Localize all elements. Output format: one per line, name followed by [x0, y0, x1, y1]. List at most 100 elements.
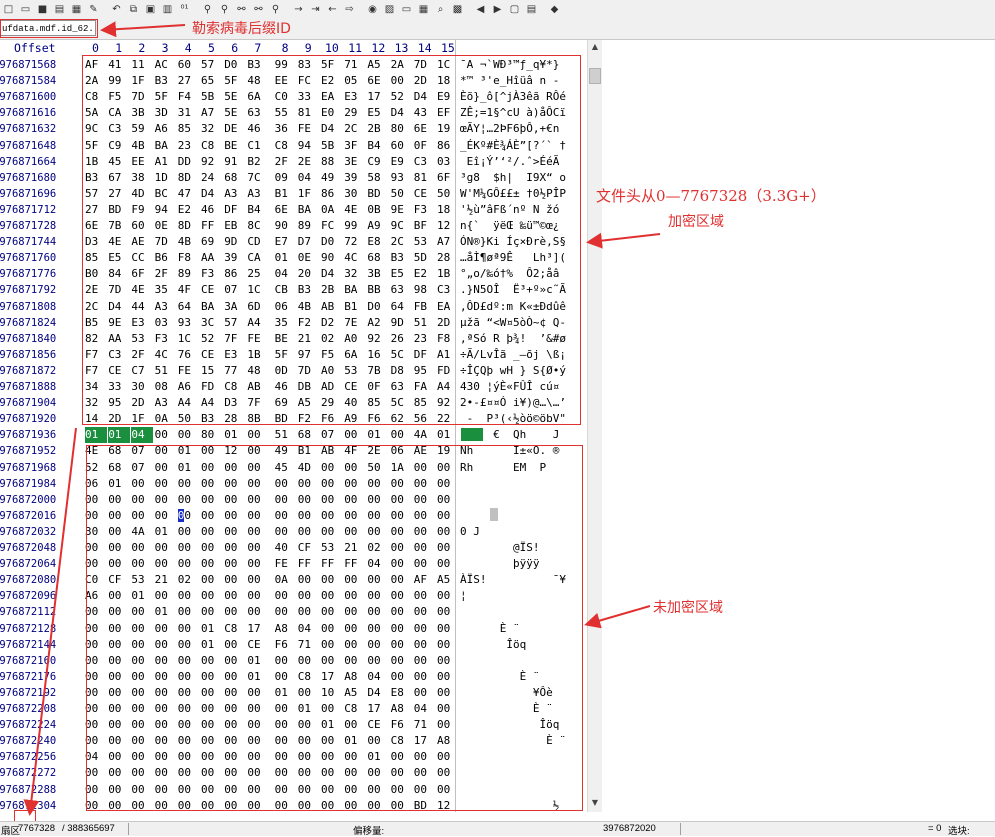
hex-byte[interactable]: 04 — [131, 427, 154, 444]
find-icon[interactable]: ⚲ — [200, 2, 215, 16]
vertical-scrollbar[interactable]: ▲ ▼ — [587, 40, 602, 812]
goto-icon[interactable]: → — [291, 2, 306, 16]
find-hex-icon[interactable]: ⚲ — [217, 2, 232, 16]
column-header: 13 — [394, 41, 409, 55]
column-header: 15 — [441, 41, 455, 55]
hex-byte[interactable]: 80 — [201, 427, 223, 443]
scroll-thumb[interactable] — [589, 68, 601, 84]
disk-icon[interactable]: ◉ — [365, 2, 380, 16]
column-header: 14 — [417, 41, 432, 55]
row-offset: 3976872016 — [0, 509, 57, 522]
find-next-icon[interactable]: ⚲ — [268, 2, 283, 16]
row-offset: 3976871856 — [0, 348, 57, 361]
row-offset: 3976871888 — [0, 381, 57, 393]
save-icon[interactable]: ■ — [35, 2, 50, 16]
row-offset: 3976872208 — [0, 703, 57, 715]
toolbar: □ ▭ ■ ▤ ▦ ✎ ↶ ⧉ ▣ ▥ ⁰¹ ⚲ ⚲ ⚯ ⚯ ⚲ → ⇥ ← ⇨ ◉ ▨ ▭ ▦ ⌕ ▩ ◀ ▶ ▢ ▤ ◆ — [0, 0, 995, 19]
calculator-icon[interactable]: ▦ — [416, 2, 431, 16]
offset-value: 3976872020 — [603, 823, 656, 834]
hex-byte[interactable]: 07 — [321, 427, 343, 443]
hex-byte[interactable]: 01 — [367, 427, 389, 443]
list-icon[interactable]: ▤ — [524, 2, 539, 16]
row-offset: 3976872096 — [0, 590, 57, 603]
properties-icon[interactable]: ▦ — [69, 2, 84, 16]
hex-byte[interactable]: 00 — [155, 427, 177, 443]
row-offset: 3976872032 — [0, 525, 57, 538]
row-offset: 3976872176 — [0, 670, 57, 683]
undo-icon[interactable]: ↶ — [109, 2, 124, 16]
row-offset: 3976871744 — [0, 236, 57, 249]
row-offset: 3976871936 — [0, 429, 57, 442]
hex-byte[interactable]: 00 — [247, 427, 269, 443]
row-offset: 3976871616 — [0, 107, 57, 120]
new-file-icon[interactable]: □ — [1, 2, 16, 16]
row-offset: 3976871968 — [0, 461, 57, 474]
row-offset: 3976871808 — [0, 300, 57, 313]
hex-byte[interactable]: 4A — [414, 427, 436, 443]
status-bar: 扇区 7767328 / 388365697 偏移量: 3976872020 =… — [0, 821, 995, 837]
row-offset: 3976871776 — [0, 268, 57, 281]
edit-icon[interactable]: ✎ — [86, 2, 101, 16]
hex-byte[interactable]: 01 — [85, 427, 107, 444]
hex-byte[interactable]: 01 — [108, 427, 131, 444]
scroll-down-icon[interactable]: ▼ — [589, 798, 601, 810]
row-offset: 3976871840 — [0, 332, 57, 345]
replace-icon[interactable]: ⚯ — [234, 2, 249, 16]
row-offset: 3976871728 — [0, 220, 57, 232]
column-header: 11 — [348, 41, 363, 55]
row-offset: 3976871904 — [0, 397, 57, 410]
column-header: 4 — [184, 41, 192, 55]
row-offset: 3976871568 — [0, 59, 57, 71]
column-header: 6 — [231, 41, 239, 55]
column-header: 2 — [138, 41, 146, 55]
row-offset: 3976872128 — [0, 622, 57, 635]
hex-header: Offset 0 1 2 3 4 5 6 7 8 9 10 11 12 13 14 15 — [0, 40, 588, 56]
row-offset: 3976871664 — [0, 155, 57, 168]
hex-byte[interactable]: 68 — [298, 427, 320, 443]
row-offset: 3976872240 — [0, 735, 57, 748]
hex-byte[interactable]: 00 — [391, 427, 413, 443]
row-offset: 3976871600 — [0, 91, 57, 104]
row-offset: 3976871680 — [0, 171, 57, 184]
goto-offset-icon[interactable]: ⇥ — [308, 2, 323, 16]
column-header: 8 — [281, 41, 289, 55]
unencrypted-region-box — [86, 445, 583, 811]
row-offset: 3976871712 — [0, 203, 57, 216]
row-offset: 3976872224 — [0, 719, 57, 732]
tools-icon[interactable]: ▭ — [399, 2, 414, 16]
back-icon[interactable]: ← — [325, 2, 340, 16]
hex-byte[interactable]: 00 — [178, 427, 200, 443]
row-offset: 3976871584 — [0, 75, 57, 88]
prev-icon[interactable]: ◀ — [473, 2, 488, 16]
hex-byte[interactable]: 00 — [344, 427, 366, 443]
row-offset: 3976871792 — [0, 284, 57, 297]
paste-special-icon[interactable]: ▥ — [160, 2, 175, 16]
column-header: 0 — [92, 41, 99, 55]
hex-byte[interactable]: 51 — [275, 427, 297, 443]
row-offset: 3976871760 — [0, 252, 57, 265]
column-header: 10 — [325, 41, 339, 55]
forward-icon[interactable]: ⇨ — [342, 2, 357, 16]
next-icon[interactable]: ▶ — [490, 2, 505, 16]
hex-byte[interactable]: 01 — [224, 427, 246, 443]
row-offset: 3976872048 — [0, 542, 57, 554]
binary-icon[interactable]: ⁰¹ — [177, 2, 192, 16]
paste-icon[interactable]: ▣ — [143, 2, 158, 16]
sector-total: / 388365697 — [62, 823, 115, 834]
suffix-id-highlight-box — [0, 19, 98, 38]
row-offset: 3976871648 — [0, 139, 57, 152]
ram-icon[interactable]: ▨ — [382, 2, 397, 16]
row-offset: 3976871696 — [0, 187, 57, 200]
row-offset: 3976872256 — [0, 751, 57, 764]
open-folder-icon[interactable]: ▭ — [18, 2, 33, 16]
scroll-up-icon[interactable]: ▲ — [589, 42, 601, 54]
copy-icon[interactable]: ⧉ — [126, 2, 141, 16]
search-icon[interactable]: ⌕ — [433, 2, 448, 16]
print-icon[interactable]: ▤ — [52, 2, 67, 16]
replace-hex-icon[interactable]: ⚯ — [251, 2, 266, 16]
analysis-icon[interactable]: ▩ — [450, 2, 465, 16]
book-icon[interactable]: ◆ — [547, 2, 562, 16]
window-icon[interactable]: ▢ — [507, 2, 522, 16]
row-offset: 3976872304 — [0, 799, 57, 812]
row-offset: 3976872288 — [0, 783, 57, 796]
